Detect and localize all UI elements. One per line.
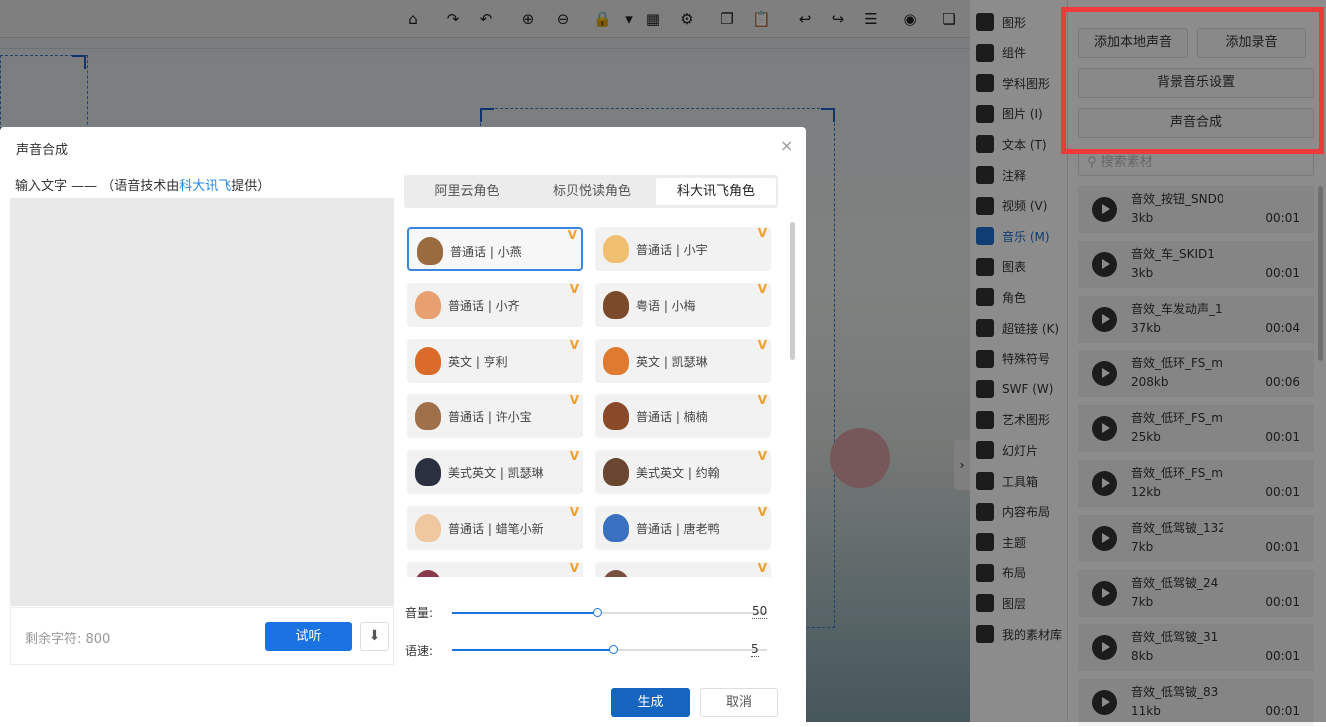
voice-label: 普通话 | 小宇 [636, 243, 708, 257]
vip-badge-icon: V [569, 281, 579, 296]
vip-badge-icon: V [757, 226, 767, 240]
speed-value: 5 [751, 642, 759, 657]
vip-badge-icon: V [757, 449, 767, 464]
voice-card[interactable]: 普通话 | 唐老鸭 V [595, 505, 771, 550]
input-label: 输入文字 —— （语音技术由科大讯飞提供） [15, 175, 270, 194]
voice-label: 普通话 | 蜡笔小新 [448, 522, 544, 536]
voice-label: 美式英文 | 凯瑟琳 [448, 466, 544, 481]
vip-badge-icon: V [757, 393, 767, 408]
remaining-chars: 剩余字符: 800 [25, 632, 111, 647]
vip-badge-icon: V [569, 449, 579, 464]
voice-label: 普通话 | 楠楠 [636, 410, 708, 425]
avatar [415, 290, 441, 319]
voice-card[interactable]: 普通话 | 楠楠 V [595, 393, 771, 439]
voice-label: 普通话 | 小齐 [448, 298, 520, 313]
download-icon[interactable]: ⬇ [360, 622, 389, 651]
slider-handle[interactable] [608, 645, 618, 654]
tts-dialog: 声音合成 × 输入文字 —— （语音技术由科大讯飞提供） 剩余字符: 800 试… [0, 127, 806, 727]
voice-label: 粤语 | 小梅 [636, 298, 696, 313]
voice-label: 英文 | 凯瑟琳 [636, 354, 708, 369]
avatar [603, 290, 629, 319]
voice-label: 普通话 | 许小宝 [448, 410, 532, 425]
speed-label: 语速: [405, 644, 434, 658]
voice-card[interactable]: 普通话 | 小宇 V [595, 226, 771, 271]
close-icon[interactable]: × [780, 136, 793, 155]
avatar [603, 569, 629, 577]
text-footer: 剩余字符: 800 试听 ⬇ [10, 607, 394, 665]
vip-badge-icon: V [757, 505, 767, 519]
voice-card[interactable]: 普通话 | 小燕 V [407, 227, 583, 271]
highlight-box [1061, 7, 1324, 154]
voice-card[interactable]: V [407, 560, 583, 577]
voice-card[interactable]: 美式英文 | 约翰 V [595, 449, 771, 495]
avatar [415, 346, 441, 375]
speed-slider[interactable] [452, 645, 767, 654]
avatar [603, 235, 629, 263]
vip-badge-icon: V [569, 393, 579, 408]
vip-badge-icon: V [569, 337, 579, 352]
tab-provider[interactable]: 科大讯飞角色 [656, 178, 776, 205]
generate-button[interactable]: 生成 [611, 688, 690, 717]
voice-provider-tabs: 阿里云角色 标贝悦读角色 科大讯飞角色 [404, 175, 778, 208]
vip-badge-icon: V [757, 560, 767, 575]
avatar [603, 458, 629, 487]
voice-list: 普通话 | 小燕 V 普通话 | 小宇 V 普通话 | 小齐 V 粤语 | 小梅 V 英文 | … [404, 223, 784, 577]
volume-value: 50 [752, 604, 768, 619]
voice-card[interactable]: 普通话 | 许小宝 V [407, 393, 583, 439]
avatar [417, 237, 443, 265]
volume-label: 音量: [405, 606, 434, 620]
voice-label: 普通话 | 小燕 [450, 245, 522, 259]
avatar [603, 514, 629, 542]
tab-provider[interactable]: 阿里云角色 [407, 178, 527, 205]
voice-label: 美式英文 | 约翰 [636, 466, 720, 481]
label-text: 提供） [231, 179, 271, 194]
voice-card[interactable]: 普通话 | 蜡笔小新 V [407, 505, 583, 550]
text-input[interactable] [10, 198, 394, 606]
voice-card[interactable]: 英文 | 凯瑟琳 V [595, 337, 771, 383]
voice-card[interactable]: 普通话 | 小齐 V [407, 281, 583, 327]
voice-label: 英文 | 亨利 [448, 354, 508, 369]
voice-card[interactable]: 英文 | 亨利 V [407, 337, 583, 383]
label-text: 输入文字 —— （语音技术由 [15, 179, 180, 194]
voice-card[interactable]: 美式英文 | 凯瑟琳 V [407, 449, 583, 495]
voice-list-scrollbar[interactable] [790, 222, 795, 360]
volume-slider[interactable] [452, 608, 767, 617]
avatar [603, 402, 629, 431]
vip-badge-icon: V [567, 228, 577, 242]
listen-button[interactable]: 试听 [265, 622, 352, 651]
avatar [603, 346, 629, 375]
voice-card[interactable]: V [595, 560, 771, 577]
voice-card[interactable]: 粤语 | 小梅 V [595, 281, 771, 327]
vip-badge-icon: V [569, 560, 579, 575]
dialog-title: 声音合成 [16, 143, 69, 158]
vip-badge-icon: V [569, 505, 579, 519]
cancel-button[interactable]: 取消 [700, 688, 778, 717]
iflytek-link[interactable]: 科大讯飞 [179, 179, 231, 194]
voice-label: 普通话 | 唐老鸭 [636, 522, 720, 536]
avatar [415, 402, 441, 431]
avatar [415, 569, 441, 577]
tab-provider[interactable]: 标贝悦读角色 [532, 178, 652, 205]
vip-badge-icon: V [757, 281, 767, 296]
avatar [415, 514, 441, 542]
slider-handle[interactable] [592, 608, 602, 617]
avatar [415, 458, 441, 487]
vip-badge-icon: V [757, 337, 767, 352]
